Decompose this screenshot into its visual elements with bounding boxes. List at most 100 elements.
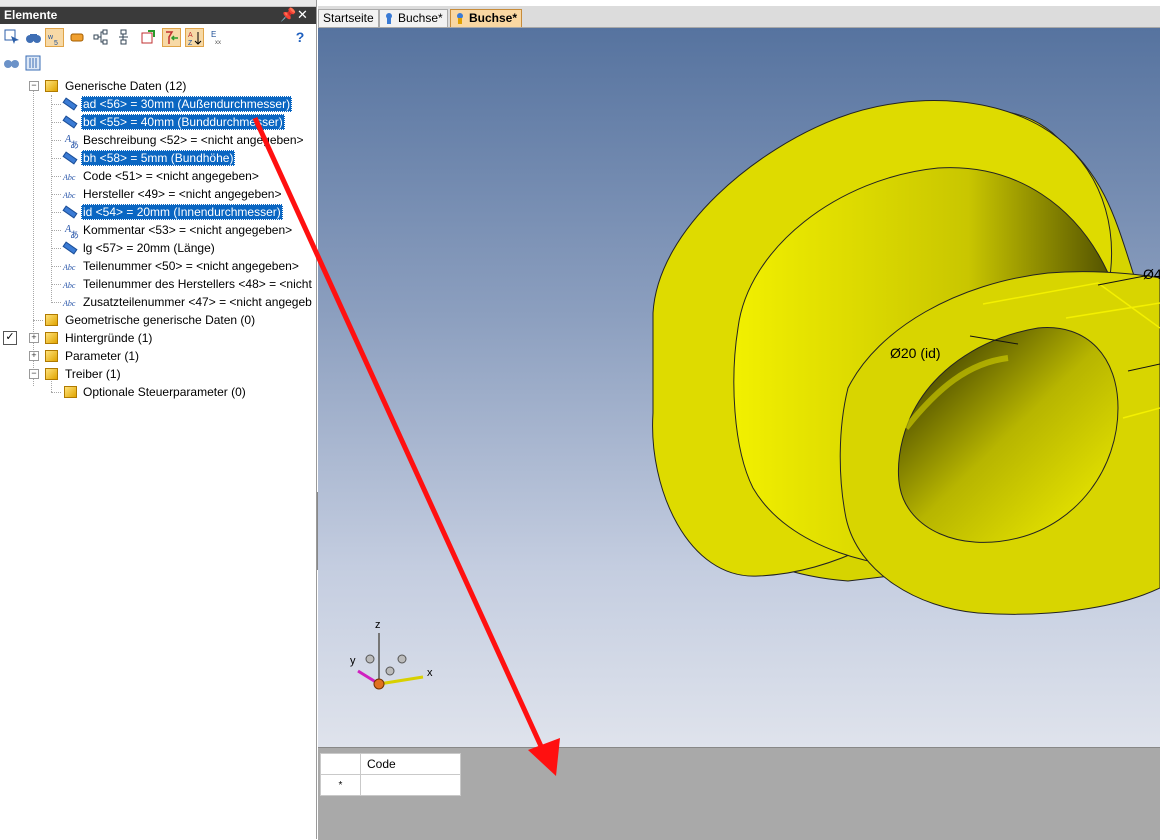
top-strip xyxy=(0,0,316,7)
tree-item-teilenummer[interactable]: Abc Teilenummer <50> = <nicht angegeben> xyxy=(0,257,316,275)
package-icon xyxy=(45,80,58,92)
tab-buchse-1[interactable]: Buchse* xyxy=(379,9,448,27)
ruler-icon xyxy=(62,151,78,165)
checkbox[interactable]: ✓ xyxy=(3,331,17,345)
tree-node-label: Geometrische generische Daten (0) xyxy=(65,313,256,327)
view-binoculars-icon[interactable] xyxy=(2,54,20,72)
tree-item-label: bd <55> = 40mm (Bunddurchmesser) xyxy=(81,114,285,130)
export-icon[interactable] xyxy=(139,28,157,46)
filter-icon[interactable] xyxy=(162,28,181,47)
text-icon: Aあ xyxy=(65,224,80,240)
tree-item-zusatzteilenummer[interactable]: Abc Zusatzteilenummer <47> = <nicht ange… xyxy=(0,293,316,311)
svg-text:Z: Z xyxy=(188,40,193,46)
grid-new-row[interactable]: * xyxy=(320,774,461,796)
tree-item-code[interactable]: Abc Code <51> = <nicht angegeben> xyxy=(0,167,316,185)
tab-startseite[interactable]: Startseite xyxy=(318,9,379,27)
collapse-icon[interactable]: − xyxy=(29,81,39,91)
tree-item-bh[interactable]: bh <58> = 5mm (Bundhöhe) xyxy=(0,149,316,167)
dimension-label-id: Ø20 (id) xyxy=(890,345,941,361)
help-icon[interactable]: ? xyxy=(291,28,309,46)
tree-node-label: Optionale Steuerparameter (0) xyxy=(83,385,246,399)
package-icon xyxy=(45,368,58,380)
tree-item-label: Teilenummer <50> = <nicht angegeben> xyxy=(83,259,299,273)
ruler-icon xyxy=(62,205,78,219)
tree-item-label: bh <58> = 5mm (Bundhöhe) xyxy=(81,150,236,166)
ruler-icon xyxy=(62,115,78,129)
svg-text:5: 5 xyxy=(54,40,58,46)
tree-node-hintergruende[interactable]: + Hintergründe (1) xyxy=(0,329,316,347)
3d-viewport[interactable]: Ø20 (id) Ø4 z y x xyxy=(318,28,1160,747)
tree-item-label: id <54> = 20mm (Innendurchmesser) xyxy=(81,204,283,220)
new-row-marker: * xyxy=(320,774,361,796)
tree-node-optionale-steuerparameter[interactable]: Optionale Steuerparameter (0) xyxy=(0,383,316,401)
tree-node-label: Treiber (1) xyxy=(65,367,121,381)
axis-z-label: z xyxy=(375,619,381,631)
axis-triad[interactable]: z y x xyxy=(348,619,448,696)
axis-x-label: x xyxy=(427,667,433,679)
tree-item-label: ad <56> = 30mm (Außendurchmesser) xyxy=(81,96,293,112)
hierarchy-icon[interactable] xyxy=(92,28,110,46)
svg-text:A: A xyxy=(188,32,193,39)
document-tabbar: Startseite Buchse* Buchse* xyxy=(318,6,1160,28)
pin-icon[interactable]: 📌 xyxy=(280,7,296,23)
svg-text:E: E xyxy=(211,30,216,39)
tree-item-kommentar[interactable]: Aあ Kommentar <53> = <nicht angegeben> xyxy=(0,221,316,240)
grid-header-code[interactable]: Code xyxy=(360,753,461,775)
tree-item-label: Beschreibung <52> = <nicht angegeben> xyxy=(83,133,304,147)
tree-node-geometrische-daten[interactable]: Geometrische generische Daten (0) xyxy=(0,311,316,329)
tree-item-beschreibung[interactable]: Aあ Beschreibung <52> = <nicht angegeben> xyxy=(0,131,316,150)
expand-icon[interactable]: + xyxy=(29,351,39,361)
tab-label: Buchse* xyxy=(469,11,518,25)
tag-icon[interactable] xyxy=(68,28,86,46)
tab-label: Buchse* xyxy=(398,11,443,25)
grid-header-row: Code xyxy=(320,753,461,775)
tree-item-id[interactable]: id <54> = 20mm (Innendurchmesser) xyxy=(0,203,316,221)
ruler-icon xyxy=(62,241,78,255)
tree-item-label: Hersteller <49> = <nicht angegeben> xyxy=(83,187,282,201)
package-icon xyxy=(64,386,77,398)
tab-buchse-2[interactable]: Buchse* xyxy=(450,9,523,27)
select-icon[interactable] xyxy=(3,28,21,46)
flow-icon[interactable] xyxy=(115,28,133,46)
data-grid-panel: Code * xyxy=(318,747,1160,840)
tree-item-label: Zusatzteilenummer <47> = <nicht angegeb xyxy=(83,295,312,309)
variables-icon[interactable]: w5 xyxy=(45,28,64,47)
binoculars-icon[interactable] xyxy=(24,28,42,46)
tree-item-lg[interactable]: lg <57> = 20mm (Länge) xyxy=(0,239,316,257)
tree-item-label: Code <51> = <nicht angegeben> xyxy=(83,169,259,183)
package-icon xyxy=(45,350,58,362)
tree-node-treiber[interactable]: − Treiber (1) xyxy=(0,365,316,383)
tree-node-label: Generische Daten (12) xyxy=(65,79,187,93)
panel-toolbar-2 xyxy=(0,52,316,74)
columns-icon[interactable] xyxy=(24,54,42,72)
close-icon[interactable]: ✕ xyxy=(297,7,308,23)
expand-icon[interactable]: + xyxy=(29,333,39,343)
tree-node-parameter[interactable]: + Parameter (1) xyxy=(0,347,316,365)
tree-item-hersteller[interactable]: Abc Hersteller <49> = <nicht angegeben> xyxy=(0,185,316,203)
grid-corner-cell xyxy=(320,753,361,775)
help-glyph: ? xyxy=(295,29,305,45)
panel-titlebar: Elemente 📌 ✕ xyxy=(0,7,316,24)
abc-icon: Abc xyxy=(63,299,76,308)
panel-toolbar: w5 AZ Exx ? xyxy=(0,26,316,50)
collapse-icon[interactable]: − xyxy=(29,369,39,379)
tree-node-generische-daten[interactable]: − Generische Daten (12) xyxy=(0,77,316,95)
tree-item-ad[interactable]: ad <56> = 30mm (Außendurchmesser) xyxy=(0,95,316,113)
svg-text:xx: xx xyxy=(215,40,221,45)
axis-y-label: y xyxy=(350,655,356,667)
package-icon xyxy=(45,314,58,326)
part-icon xyxy=(457,13,463,24)
element-tree: − Generische Daten (12) ad <56> = 30mm (… xyxy=(0,76,316,416)
grid-cell-code[interactable] xyxy=(360,774,461,796)
tree-node-label: Parameter (1) xyxy=(65,349,140,363)
sort-az-icon[interactable]: AZ xyxy=(185,28,204,47)
tree-node-label: Hintergründe (1) xyxy=(65,331,153,345)
tree-item-bd[interactable]: bd <55> = 40mm (Bunddurchmesser) xyxy=(0,113,316,131)
package-icon xyxy=(45,332,58,344)
svg-text:w: w xyxy=(47,34,54,41)
abc-icon: Abc xyxy=(63,281,76,290)
tree-item-label: lg <57> = 20mm (Länge) xyxy=(83,241,215,255)
list-format-icon[interactable]: Exx xyxy=(209,28,227,46)
tree-item-teilenummer-hersteller[interactable]: Abc Teilenummer des Herstellers <48> = <… xyxy=(0,275,316,293)
panel-title: Elemente xyxy=(4,8,58,22)
